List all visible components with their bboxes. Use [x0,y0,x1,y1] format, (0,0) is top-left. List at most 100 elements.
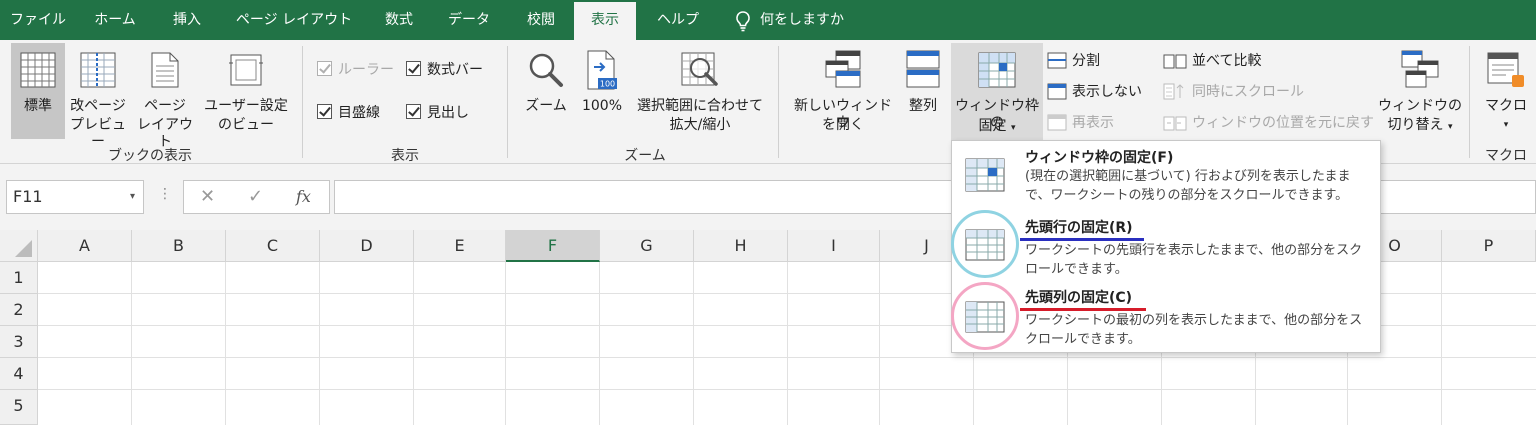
reset-window-position-button[interactable]: ウィンドウの位置を元に戻す [1163,112,1374,134]
sync-scroll-icon [1163,83,1184,100]
switch-windows-label-2: 切り替え ▾ [1378,117,1462,136]
column-header-p[interactable]: P [1442,230,1536,262]
freeze-first-column-title: 先頭列の固定(C) [1025,290,1133,306]
row-header-4[interactable]: 4 [0,358,38,390]
column-header-d[interactable]: D [320,230,414,262]
insert-function-icon[interactable]: fx [296,181,311,213]
row-header-1[interactable]: 1 [0,262,38,294]
cancel-icon[interactable]: ✕ [200,181,215,213]
column-header-f[interactable]: F [506,230,600,262]
synchronous-scrolling-button[interactable]: 同時にスクロール [1163,81,1304,103]
zoom-selection-icon [681,52,718,86]
chevron-down-icon[interactable]: ▾ [130,181,135,213]
grid-line [879,262,880,425]
tab-file[interactable]: ファイル [0,0,76,40]
zoom-selection-label-1: 選択範囲に合わせて [637,98,763,114]
new-window-button[interactable]: 新しいウィンドウ を開く [790,43,896,139]
switch-windows-label-1: ウィンドウの [1378,98,1462,114]
ruler-label: ルーラー [338,62,394,78]
freeze-panes-icon [978,52,1016,88]
grid-line [38,357,1536,358]
ruler-checkbox[interactable]: ルーラー [317,59,394,81]
view-side-by-side-button[interactable]: 並べて比較 [1163,50,1261,72]
formula-buttons: ✕ ✓ fx [183,180,330,214]
normal-view-button[interactable]: 標準 [11,43,65,139]
zoom-group-label: ズーム [624,148,666,164]
freeze-panes-button[interactable]: ウィンドウ枠の 固定 ▾ [951,43,1043,141]
unhide-window-button[interactable]: 再表示 [1047,112,1114,134]
ribbon-tab-bar: ファイル ホーム 挿入 ページ レイアウト 数式 データ 校閲 表示 ヘルプ 何… [0,0,1536,40]
workbook-views-group-label: ブックの表示 [108,148,192,164]
gridlines-checkbox[interactable]: 目盛線 [317,102,380,124]
headings-checkbox[interactable]: 見出し [406,102,469,124]
custom-views-label-1: ユーザー設定 [204,98,288,114]
name-box[interactable]: F11 ▾ [6,180,144,214]
tab-data[interactable]: データ [430,0,508,40]
column-header-h[interactable]: H [694,230,788,262]
tab-review[interactable]: 校閲 [508,0,574,40]
row-header-3[interactable]: 3 [0,326,38,358]
page-layout-view-button[interactable]: ページ レイアウト [132,43,198,150]
menu-item-freeze-first-column[interactable]: 先頭列の固定(C) ワークシートの最初の列を表示したままで、他の部分をスクロール… [951,281,1380,353]
freeze-first-column-desc: ワークシートの最初の列を表示したままで、他の部分をスクロールできます。 [1025,313,1363,347]
macros-label: マクロ [1485,98,1527,114]
formula-bar-label: 数式バー [427,62,483,78]
freeze-top-row-desc: ワークシートの先頭行を表示したままで、他の部分をスクロールできます。 [1025,243,1363,277]
freeze-first-column-icon [965,301,1005,333]
custom-views-button[interactable]: ユーザー設定 のビュー [200,43,292,139]
grid-line [413,262,414,425]
more-options-icon[interactable]: ⋮ [158,186,172,202]
tab-page-layout[interactable]: ページ レイアウト [220,0,368,40]
tab-view[interactable]: 表示 [574,2,636,40]
row-header-5[interactable]: 5 [0,390,38,425]
freeze-top-row-icon [965,229,1005,261]
chevron-down-icon: ▾ [1447,122,1453,132]
normal-view-label: 標準 [24,98,52,114]
freeze-panes-label-2: 固定 ▾ [951,118,1043,137]
column-header-g[interactable]: G [600,230,694,262]
unhide-window-label: 再表示 [1072,115,1114,131]
row-header-2[interactable]: 2 [0,294,38,326]
chevron-down-icon: ▾ [1503,120,1509,130]
column-header-e[interactable]: E [414,230,506,262]
split-button[interactable]: 分割 [1047,50,1100,72]
formula-bar-checkbox[interactable]: 数式バー [406,59,483,81]
switch-windows-button[interactable]: ウィンドウの 切り替え ▾ [1378,43,1462,139]
select-all-corner[interactable] [0,230,38,262]
enter-check-icon[interactable]: ✓ [248,181,263,213]
select-all-triangle-icon [15,240,32,257]
macros-button[interactable]: マクロ ▾ [1478,43,1534,139]
group-separator [778,46,779,158]
menu-item-freeze-panes[interactable]: ウィンドウ枠の固定(F) (現在の選択範囲に基づいて) 行および列を表示したまま… [952,141,1380,211]
zoom-100-button[interactable]: 100 100% [576,43,628,139]
group-separator [1469,46,1470,158]
tab-insert[interactable]: 挿入 [154,0,220,40]
tab-home[interactable]: ホーム [76,0,154,40]
custom-views-label-2: のビュー [218,117,274,133]
arrange-all-button[interactable]: 整列 [900,43,946,139]
menu-item-freeze-top-row[interactable]: 先頭行の固定(R) ワークシートの先頭行を表示したままで、他の部分をスクロールで… [951,210,1380,281]
reset-position-icon [1163,116,1187,131]
column-header-i[interactable]: I [788,230,880,262]
grid-line [319,262,320,425]
checkbox-icon [317,104,332,119]
side-by-side-icon [1163,54,1187,69]
column-header-c[interactable]: C [226,230,320,262]
new-window-label-2: を開く [822,117,864,133]
tell-me-search[interactable]: 何をしますか [760,0,860,40]
hide-window-button[interactable]: 表示しない [1047,81,1142,103]
tab-help[interactable]: ヘルプ [642,0,714,40]
gridlines-label: 目盛線 [338,105,380,121]
group-separator [507,46,508,158]
lightbulb-icon [736,11,750,32]
page-break-preview-button[interactable]: 改ページ プレビュー [67,43,129,150]
zoom-to-selection-button[interactable]: 選択範囲に合わせて 拡大/縮小 [630,43,770,139]
normal-view-icon [20,52,56,88]
column-header-b[interactable]: B [132,230,226,262]
tab-formulas[interactable]: 数式 [368,0,430,40]
zoom-100-label: 100% [581,98,623,114]
zoom-button[interactable]: ズーム [520,43,572,139]
grid-line [693,262,694,425]
page-break-preview-icon [80,52,116,88]
column-header-a[interactable]: A [38,230,132,262]
